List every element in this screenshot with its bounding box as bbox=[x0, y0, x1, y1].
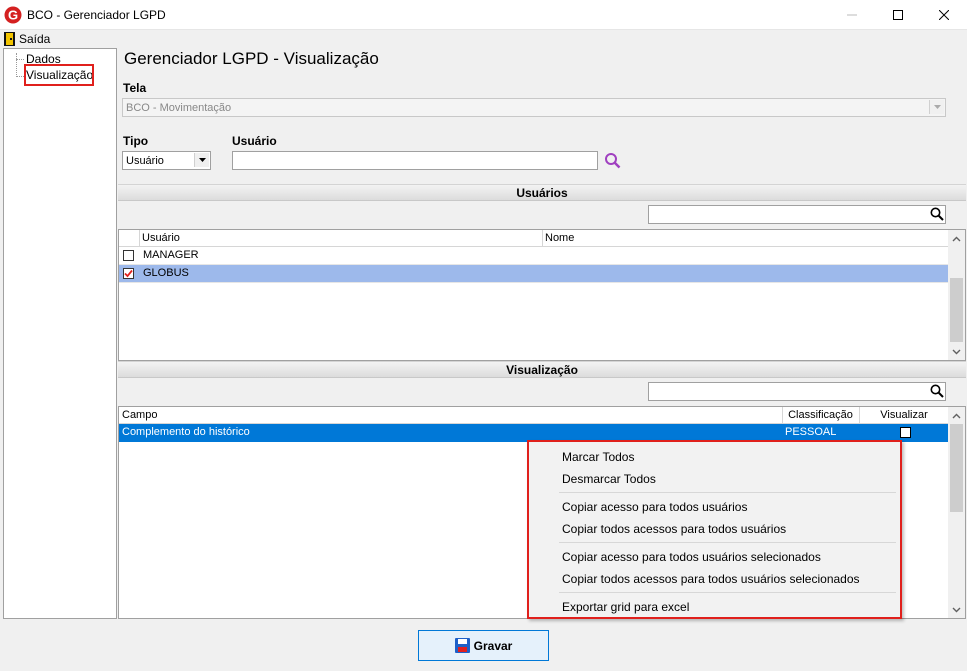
menu-bar: Saída bbox=[0, 30, 967, 47]
tipo-select-value: Usuário bbox=[126, 155, 164, 167]
usuarios-filter-search-button[interactable] bbox=[928, 205, 946, 223]
exit-door-icon bbox=[4, 31, 15, 46]
visualizacao-grid-scrollbar[interactable] bbox=[948, 407, 965, 618]
scroll-down-icon[interactable] bbox=[948, 343, 965, 360]
chevron-down-icon bbox=[929, 100, 944, 114]
close-button[interactable] bbox=[921, 0, 967, 30]
visualizacao-section-header: Visualização bbox=[118, 361, 966, 378]
usuarios-grid-scrollbar[interactable] bbox=[948, 230, 965, 360]
tela-select-value: BCO - Movimentação bbox=[126, 102, 232, 114]
tree-connector bbox=[16, 76, 24, 77]
tree-connector bbox=[16, 59, 24, 60]
column-header-campo[interactable]: Campo bbox=[119, 407, 782, 424]
save-button[interactable]: Gravar bbox=[418, 630, 549, 661]
navigation-tree: Dados Visualização bbox=[3, 48, 117, 619]
tipo-label: Tipo bbox=[123, 134, 149, 148]
menu-separator bbox=[559, 492, 896, 493]
row-classificacao: PESSOAL bbox=[785, 426, 837, 438]
minimize-button[interactable] bbox=[829, 0, 875, 30]
annotation-highlight bbox=[24, 64, 94, 86]
search-icon bbox=[930, 207, 944, 221]
row-usuario: GLOBUS bbox=[143, 267, 189, 279]
tela-select[interactable]: BCO - Movimentação bbox=[122, 98, 946, 117]
svg-text:G: G bbox=[8, 8, 18, 23]
table-row-selected[interactable]: GLOBUS bbox=[119, 265, 949, 283]
context-menu: Marcar Todos Desmarcar Todos Copiar aces… bbox=[527, 440, 902, 619]
menu-separator bbox=[559, 542, 896, 543]
scroll-up-icon[interactable] bbox=[948, 230, 965, 247]
column-header-nome[interactable]: Nome bbox=[542, 230, 949, 247]
table-row[interactable]: MANAGER bbox=[119, 247, 949, 265]
usuario-label: Usuário bbox=[232, 134, 277, 148]
visualizacao-filter-input[interactable] bbox=[648, 382, 946, 401]
visualizacao-filter-search-button[interactable] bbox=[928, 382, 946, 400]
search-icon bbox=[604, 152, 620, 168]
visualizar-checkbox[interactable] bbox=[900, 427, 911, 438]
search-icon bbox=[930, 384, 944, 398]
menu-item-copiar-todos-acessos-selecionados[interactable]: Copiar todos acessos para todos usuários… bbox=[562, 572, 860, 586]
scroll-up-icon[interactable] bbox=[948, 407, 965, 424]
row-indicator-header bbox=[119, 230, 139, 247]
scroll-thumb[interactable] bbox=[950, 424, 963, 512]
app-logo-icon: G bbox=[4, 6, 22, 24]
tipo-select[interactable]: Usuário bbox=[122, 151, 211, 170]
window-title: BCO - Gerenciador LGPD bbox=[27, 8, 166, 22]
menu-item-copiar-todos-acessos-todos[interactable]: Copiar todos acessos para todos usuários bbox=[562, 522, 786, 536]
checkmark-icon bbox=[124, 269, 133, 278]
usuarios-grid: Usuário Nome MANAGER GLOBUS bbox=[118, 229, 966, 361]
menu-item-copiar-acesso-todos[interactable]: Copiar acesso para todos usuários bbox=[562, 500, 747, 514]
chevron-down-icon bbox=[194, 153, 209, 167]
column-header-visualizar[interactable]: Visualizar bbox=[859, 407, 949, 424]
title-bar: G BCO - Gerenciador LGPD bbox=[0, 0, 967, 30]
save-button-label: Gravar bbox=[473, 638, 513, 653]
menu-item-marcar-todos[interactable]: Marcar Todos bbox=[562, 450, 634, 464]
usuario-search-button[interactable] bbox=[603, 151, 621, 169]
row-campo: Complemento do histórico bbox=[122, 426, 250, 438]
menu-item-exportar-excel[interactable]: Exportar grid para excel bbox=[562, 600, 689, 614]
tela-label: Tela bbox=[123, 81, 147, 95]
usuario-input[interactable] bbox=[232, 151, 598, 170]
maximize-button[interactable] bbox=[875, 0, 921, 30]
page-title: Gerenciador LGPD - Visualização bbox=[124, 49, 379, 68]
row-usuario: MANAGER bbox=[143, 249, 199, 261]
floppy-disk-icon bbox=[454, 638, 470, 653]
maximize-icon bbox=[893, 10, 903, 20]
column-header-usuario[interactable]: Usuário bbox=[139, 230, 542, 247]
menu-item-copiar-acesso-selecionados[interactable]: Copiar acesso para todos usuários seleci… bbox=[562, 550, 821, 564]
close-icon bbox=[939, 10, 949, 20]
usuarios-filter-input[interactable] bbox=[648, 205, 946, 224]
row-checkbox[interactable] bbox=[123, 250, 134, 261]
scroll-thumb[interactable] bbox=[950, 278, 963, 342]
scroll-down-icon[interactable] bbox=[948, 601, 965, 618]
row-checkbox[interactable] bbox=[123, 268, 134, 279]
exit-menu-label: Saída bbox=[19, 31, 51, 46]
exit-menu-item[interactable]: Saída bbox=[4, 31, 50, 46]
usuarios-section-header: Usuários bbox=[118, 184, 966, 201]
column-header-classificacao[interactable]: Classificação bbox=[782, 407, 859, 424]
menu-separator bbox=[559, 592, 896, 593]
menu-item-desmarcar-todos[interactable]: Desmarcar Todos bbox=[562, 472, 656, 486]
minimize-icon bbox=[847, 14, 857, 16]
tree-connector bbox=[16, 53, 17, 77]
